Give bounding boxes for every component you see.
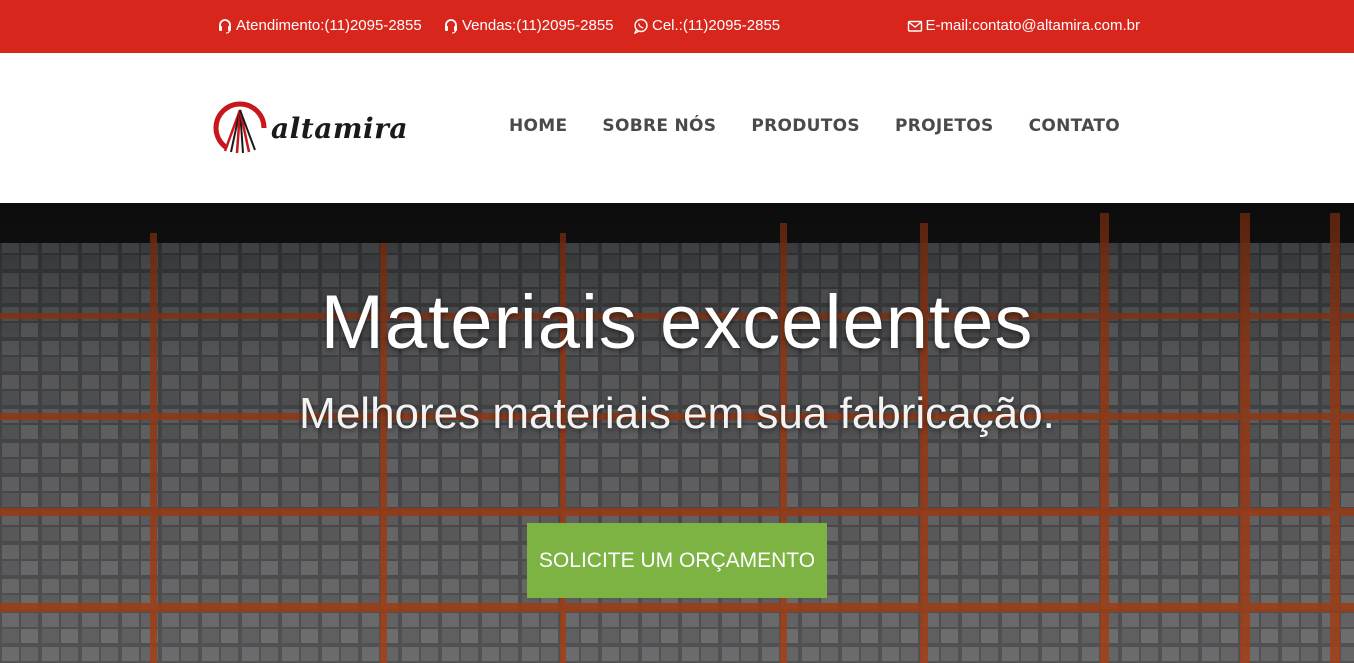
nav-home[interactable]: HOME <box>509 116 567 136</box>
main-nav: HOME SOBRE NÓS PRODUTOS PROJETOS CONTATO <box>474 116 1120 136</box>
phone-atendimento[interactable]: Atendimento:(11)2095-2855 <box>217 17 422 34</box>
hero-title: Materiais excelentes <box>320 280 1034 365</box>
nav-produtos[interactable]: PRODUTOS <box>751 116 860 136</box>
hero-banner: Materiais excelentes Melhores materiais … <box>0 203 1354 663</box>
top-contact-bar: Atendimento:(11)2095-2855 Vendas:(11)209… <box>0 0 1354 53</box>
email-contact[interactable]: E-mail:contato@altamira.com.br <box>907 17 1140 34</box>
nav-projetos[interactable]: PROJETOS <box>895 116 994 136</box>
whatsapp-icon <box>633 18 648 34</box>
request-quote-button[interactable]: SOLICITE UM ORÇAMENTO <box>527 523 827 598</box>
celular-text: Cel.:(11)2095-2855 <box>652 17 781 34</box>
logo-text: altamira <box>271 111 409 145</box>
phone-vendas[interactable]: Vendas:(11)2095-2855 <box>443 17 614 34</box>
vendas-text: Vendas:(11)2095-2855 <box>462 17 614 34</box>
headset-icon <box>219 18 231 34</box>
phone-celular[interactable]: Cel.:(11)2095-2855 <box>633 17 780 34</box>
logo[interactable]: altamira <box>213 100 433 156</box>
hero-subtitle: Melhores materiais em sua fabricação. <box>299 389 1055 438</box>
atendimento-text: Atendimento:(11)2095-2855 <box>236 17 422 34</box>
nav-sobre-nos[interactable]: SOBRE NÓS <box>602 116 716 136</box>
envelope-icon <box>907 20 922 32</box>
nav-contato[interactable]: CONTATO <box>1029 116 1120 136</box>
headset-icon <box>445 18 457 34</box>
altamira-logo-icon <box>213 101 267 154</box>
email-text: E-mail:contato@altamira.com.br <box>925 17 1140 34</box>
site-header: altamira HOME SOBRE NÓS PRODUTOS PROJETO… <box>0 53 1354 203</box>
